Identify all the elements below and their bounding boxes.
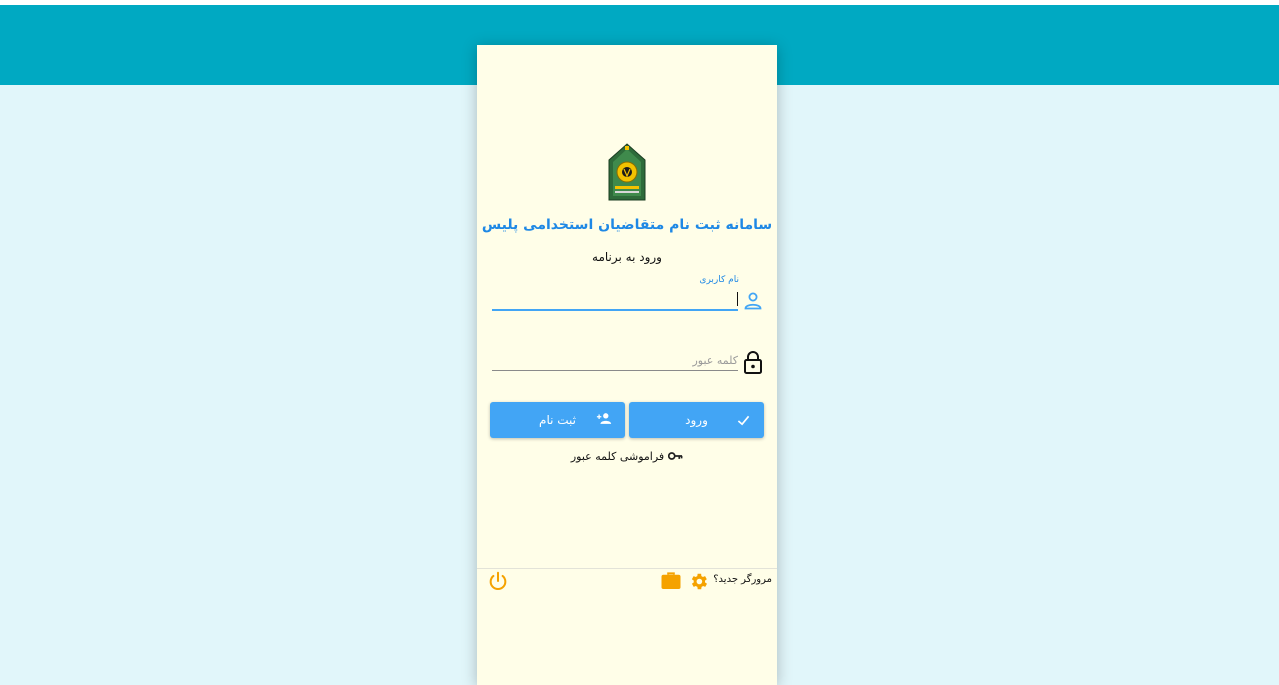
police-emblem-icon <box>608 143 646 201</box>
text-caret <box>737 292 738 306</box>
briefcase-icon[interactable] <box>660 571 682 590</box>
username-input[interactable] <box>492 289 738 311</box>
register-label: ثبت نام <box>539 413 576 427</box>
login-subtitle: ورود به برنامه <box>592 250 662 264</box>
lock-icon <box>744 351 762 374</box>
username-label: نام کاربری <box>699 275 739 285</box>
key-icon <box>668 452 683 460</box>
login-label: ورود <box>685 413 708 427</box>
login-button[interactable]: ورود <box>629 402 764 438</box>
check-icon <box>737 415 750 426</box>
add-user-icon <box>596 413 612 424</box>
gear-icon[interactable] <box>688 571 709 592</box>
power-icon[interactable] <box>487 570 509 592</box>
password-input[interactable] <box>492 350 738 371</box>
register-button[interactable]: ثبت نام <box>490 402 625 438</box>
user-icon <box>744 292 762 310</box>
footer-divider <box>477 568 777 569</box>
login-card: سامانه ثبت نام متقاضیان استخدامی پلیس ور… <box>477 45 777 685</box>
forgot-password-label: فراموشی کلمه عبور <box>570 449 665 463</box>
app-title: سامانه ثبت نام متقاضیان استخدامی پلیس <box>481 217 773 233</box>
forgot-password-link[interactable]: فراموشی کلمه عبور <box>567 447 687 465</box>
